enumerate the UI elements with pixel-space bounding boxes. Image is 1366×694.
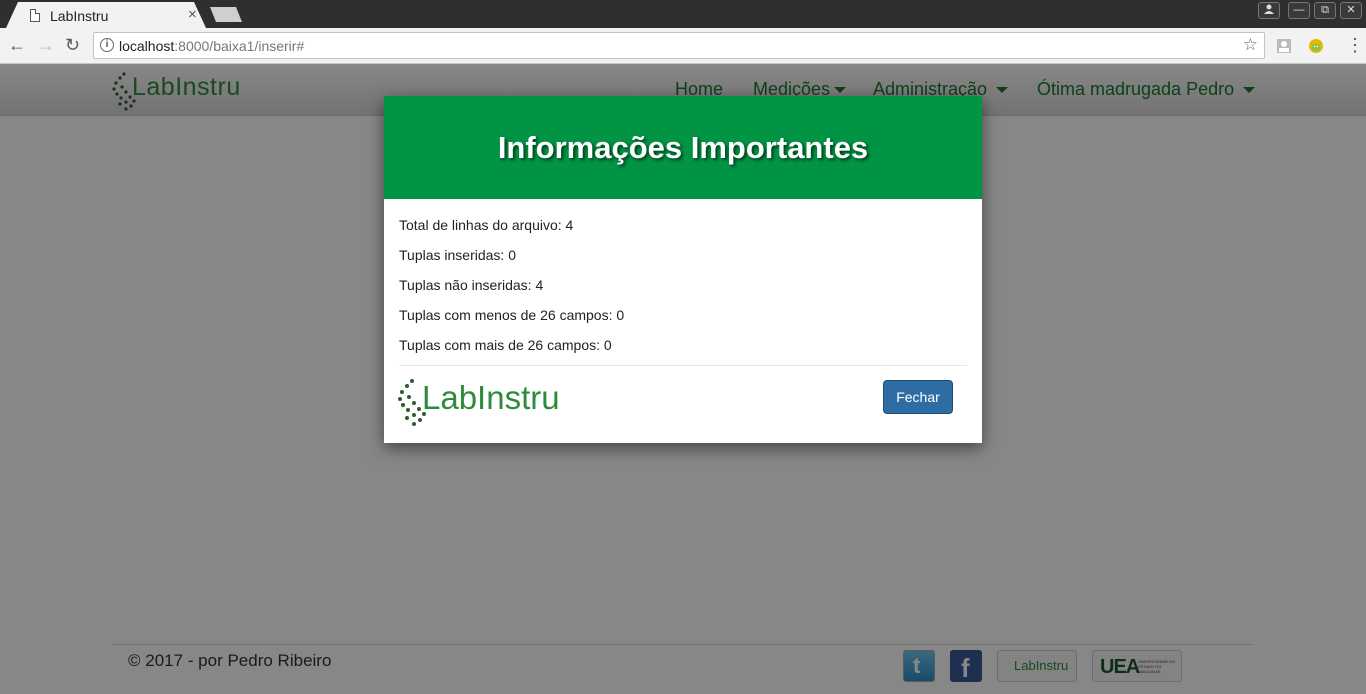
browser-toolbar: ← → ↻ i localhost:8000/baixa1/inserir# ☆… (0, 28, 1366, 64)
url-host: localhost (119, 38, 175, 54)
info-modal: Informações Importantes Total de linhas … (384, 96, 982, 443)
modal-logo-text: LabInstru (422, 379, 560, 416)
browser-menu-icon[interactable]: ⋮ (1346, 35, 1364, 55)
modal-logo: LabInstru (398, 376, 563, 428)
minimize-icon[interactable]: — (1288, 2, 1310, 19)
info-inserted: Tuplas inseridas: 0 (399, 247, 516, 263)
info-total-lines: Total de linhas do arquivo: 4 (399, 217, 574, 233)
page: LabInstru Home Medições Administração Ót… (0, 65, 1366, 694)
extension-contact-icon[interactable] (1276, 38, 1292, 54)
extension-android-icon[interactable] (1308, 38, 1324, 54)
info-more-fields: Tuplas com mais de 26 campos: 0 (399, 337, 612, 353)
reload-icon[interactable]: ↻ (65, 36, 80, 54)
info-icon[interactable]: i (100, 38, 114, 52)
modal-title: Informações Importantes (497, 130, 869, 165)
tab-close-icon[interactable]: × (188, 7, 197, 22)
back-icon[interactable]: ← (8, 36, 26, 54)
url-text[interactable]: localhost:8000/baixa1/inserir# (119, 38, 304, 54)
bookmark-star-icon[interactable]: ☆ (1243, 35, 1258, 55)
new-tab-button[interactable] (210, 7, 242, 22)
close-button[interactable]: Fechar (883, 380, 953, 414)
close-icon[interactable]: ✕ (1340, 2, 1362, 19)
forward-icon[interactable]: → (37, 36, 55, 54)
address-bar[interactable]: i localhost:8000/baixa1/inserir# ☆ (93, 32, 1265, 59)
browser-tab[interactable]: LabInstru × (6, 2, 206, 28)
url-path: :8000/baixa1/inserir# (174, 38, 305, 54)
tab-strip: LabInstru × — ⧉ ✕ (0, 0, 1366, 28)
profile-icon[interactable] (1258, 2, 1280, 19)
modal-header: Informações Importantes (384, 96, 982, 199)
restore-icon[interactable]: ⧉ (1314, 2, 1336, 19)
info-fewer-fields: Tuplas com menos de 26 campos: 0 (399, 307, 625, 323)
tab-title: LabInstru (50, 8, 109, 24)
document-icon (30, 9, 40, 22)
info-not-inserted: Tuplas não inseridas: 4 (399, 277, 544, 293)
modal-divider (399, 365, 967, 366)
